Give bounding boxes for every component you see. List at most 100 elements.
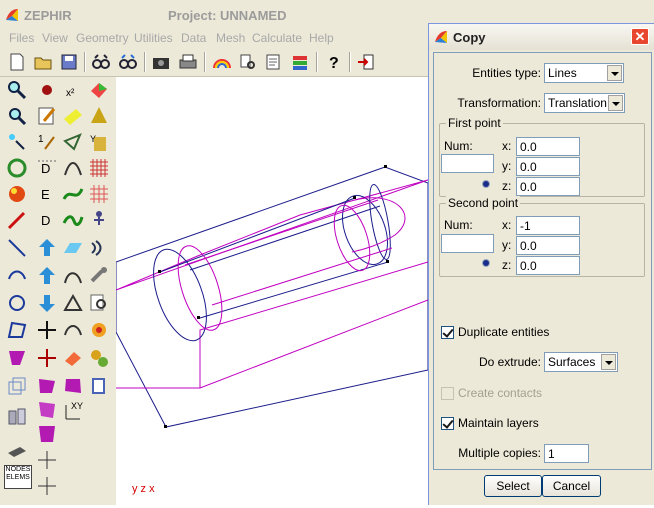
recycle-icon[interactable] [6,157,28,179]
magenta-mesh-icon[interactable] [36,399,58,421]
entities-type-select[interactable]: Lines [544,63,624,83]
ruler-triangle-icon[interactable] [62,292,84,314]
polygon-points-icon[interactable] [6,319,28,341]
red-mesh-icon[interactable] [88,157,110,179]
colored-surface-icon[interactable] [88,79,110,101]
swept-arrow-icon[interactable] [62,131,84,153]
slab-icon[interactable] [6,439,28,461]
notes-icon[interactable] [264,52,284,72]
green-curve-icon[interactable] [62,183,84,205]
select-button[interactable]: Select [484,475,542,497]
pick-point-icon[interactable] [476,175,496,193]
menu-calculate[interactable]: Calculate [252,31,302,45]
magnify-doc-icon[interactable] [88,292,110,314]
menu-help[interactable]: Help [309,31,334,45]
open-folder-icon[interactable] [33,52,53,72]
save-disk-icon[interactable] [59,52,79,72]
edit-pencil-icon[interactable] [36,105,58,127]
point-circle-icon[interactable] [6,131,28,153]
dashed-d-icon[interactable]: D [36,157,58,179]
magenta-patch-icon[interactable] [36,375,58,397]
cross-grid-icon[interactable] [36,319,58,341]
zoom-glasses-icon[interactable] [91,52,111,72]
cone-solid-icon[interactable] [88,105,110,127]
second-y-field[interactable]: 0.0 [516,236,580,255]
menu-files[interactable]: Files [9,31,34,45]
person-figure-icon[interactable] [88,209,110,231]
print-icon[interactable] [178,52,198,72]
magic-line-icon[interactable]: 1 [36,131,58,153]
xy-axes-icon[interactable]: XY [62,399,84,421]
circle-loop-icon[interactable] [6,292,28,314]
help-question-icon[interactable]: ? [323,52,343,72]
red-ball-icon[interactable] [36,79,58,101]
lookup-icon[interactable] [238,52,258,72]
new-file-icon[interactable] [7,52,27,72]
second-num-field[interactable] [441,234,494,253]
red-cross-icon[interactable] [36,347,58,369]
menu-data[interactable]: Data [181,31,206,45]
menu-geometry[interactable]: Geometry [76,31,129,45]
chevron-down-icon[interactable] [607,65,622,81]
menu-view[interactable]: View [42,31,68,45]
do-extrude-select[interactable]: Surfaces [544,352,618,372]
pick-point-icon[interactable] [476,254,496,272]
menu-mesh[interactable]: Mesh [216,31,245,45]
down-arrow-icon[interactable] [36,292,58,314]
wrench-tool-icon[interactable] [88,265,110,287]
eraser-icon[interactable] [62,347,84,369]
maintain-layers-checkbox[interactable] [441,417,454,430]
starburst-icon[interactable] [88,319,110,341]
dashed-e-icon[interactable]: E [36,183,58,205]
green-wave-icon[interactable] [62,209,84,231]
first-x-field[interactable]: 0.0 [516,137,580,156]
cylinders-icon[interactable] [6,405,28,427]
second-x-field[interactable]: -1 [516,216,580,235]
layers-books-icon[interactable] [290,52,310,72]
multiple-copies-field[interactable]: 1 [544,444,589,463]
cancel-button[interactable]: Cancel [542,475,601,497]
transformation-select[interactable]: Translation [544,93,625,113]
grid-cross-icon[interactable] [36,449,58,471]
magenta-warp-icon[interactable] [36,423,58,445]
exit-door-icon[interactable] [356,52,376,72]
blue-sheet-icon[interactable] [62,237,84,259]
magnify-point-icon[interactable] [6,79,28,101]
arc-icon[interactable] [6,265,28,287]
color-book-icon[interactable] [88,375,110,397]
magenta-patch-alt-icon[interactable] [62,375,84,397]
colored-blob-icon[interactable] [6,183,28,205]
zoom-glasses-alt-icon[interactable] [118,52,138,72]
magenta-surface-icon[interactable] [6,347,28,369]
first-z-field[interactable]: 0.0 [516,177,580,196]
duplicate-entities-checkbox[interactable] [441,326,454,339]
magnify-cursor-icon[interactable] [6,105,28,127]
dashed-d2-icon[interactable]: D [36,209,58,231]
yellow-sheet-icon[interactable] [62,105,84,127]
curve-grid-icon[interactable] [62,157,84,179]
grid-cross-alt-icon[interactable] [36,475,58,497]
graphics-viewport[interactable] [115,77,429,505]
wire-cube-icon[interactable] [6,375,28,397]
wave-signal-icon[interactable] [88,237,110,259]
first-y-field[interactable]: 0.0 [516,157,580,176]
camera-icon[interactable] [151,52,171,72]
menu-utilities[interactable]: Utilities [134,31,173,45]
red-arrow-tool-icon[interactable] [6,209,28,231]
xyz-coordinates-icon[interactable]: x² [62,79,84,101]
curve-points-icon[interactable] [62,265,84,287]
curve-arrow-icon[interactable] [62,319,84,341]
gear-cluster-icon[interactable] [88,347,110,369]
chevron-down-icon[interactable] [608,95,623,111]
close-button[interactable]: ✕ [631,28,649,45]
second-z-field[interactable]: 0.0 [516,256,580,275]
y-axis-solid-icon[interactable]: Y [88,131,110,153]
nodes-elems-icon[interactable]: NODES ELEMS [4,465,32,489]
first-num-field[interactable] [441,154,494,173]
chevron-down-icon[interactable] [601,354,616,370]
hatched-grid-icon[interactable] [88,183,110,205]
up-arrow-icon[interactable] [36,237,58,259]
line-segment-icon[interactable] [6,237,28,259]
rainbow-icon[interactable] [212,52,232,72]
up-arrow-alt-icon[interactable] [36,265,58,287]
